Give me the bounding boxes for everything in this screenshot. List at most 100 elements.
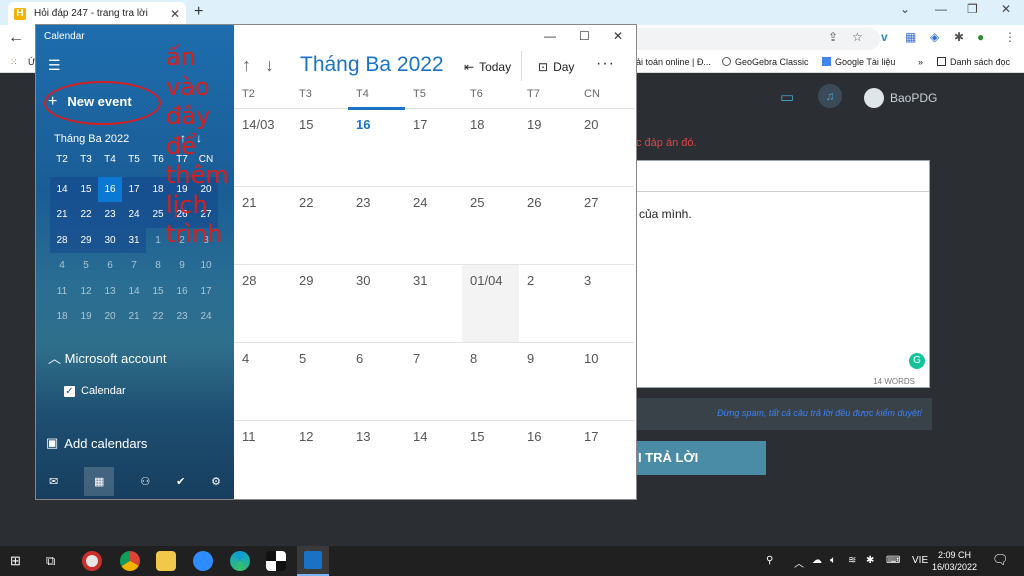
chess-app-icon[interactable] — [266, 551, 286, 571]
bluetooth-icon[interactable]: ✱ — [866, 555, 874, 566]
month-title[interactable]: Tháng Ba 2022 — [300, 53, 444, 77]
day-cell[interactable]: 4 — [234, 343, 291, 420]
mini-day-cell[interactable]: 29 — [74, 227, 98, 253]
day-cell[interactable]: 3 — [576, 265, 633, 342]
input-language[interactable]: VIE — [912, 555, 928, 566]
mini-day-cell[interactable]: 24 — [122, 202, 146, 228]
mini-day-cell[interactable]: 5 — [74, 253, 98, 279]
bookmark-geogebra[interactable]: GeoGebra Classic — [722, 57, 809, 67]
add-calendars-button[interactable]: ▣ Add calendars — [46, 435, 147, 451]
clock[interactable]: 2:09 CH 16/03/2022 — [932, 549, 977, 573]
day-cell[interactable]: 16 — [348, 107, 405, 186]
mini-day-cell[interactable]: 30 — [98, 227, 122, 253]
calendar-toggle[interactable]: ✓ Calendar — [64, 385, 126, 397]
star-icon[interactable]: ☆ — [852, 30, 863, 44]
day-cell[interactable]: 6 — [348, 343, 405, 420]
day-cell[interactable]: 8 — [462, 343, 519, 420]
bell-icon[interactable]: ♫ — [818, 84, 842, 108]
zoom-app-icon[interactable] — [193, 551, 213, 571]
windows-start-icon[interactable]: ⊞ — [10, 553, 21, 569]
people-icon[interactable]: ⚇ — [140, 475, 150, 488]
day-cell[interactable]: 20 — [576, 109, 633, 186]
day-cell[interactable]: 26 — [519, 187, 576, 264]
profile-avatar-icon[interactable]: ● — [977, 30, 984, 44]
day-cell[interactable]: 23 — [348, 187, 405, 264]
mini-day-cell[interactable]: 7 — [122, 253, 146, 279]
minimize-icon[interactable]: — — [935, 2, 947, 16]
restore-icon[interactable]: ❐ — [967, 2, 978, 16]
day-cell[interactable]: 18 — [462, 109, 519, 186]
mini-day-cell[interactable]: 11 — [50, 279, 74, 305]
menu-kebab-icon[interactable]: ⋮ — [1004, 30, 1016, 44]
reading-list[interactable]: Danh sách đọc — [937, 57, 1010, 67]
mini-day-cell[interactable]: 22 — [146, 304, 170, 330]
mini-day-cell[interactable]: 8 — [146, 253, 170, 279]
day-cell[interactable]: 17 — [405, 109, 462, 186]
puzzle-extensions-icon[interactable]: ✱ — [954, 30, 964, 44]
mini-day-cell[interactable]: 16 — [170, 279, 194, 305]
vimeo-extension-icon[interactable]: v — [881, 30, 888, 44]
day-cell[interactable]: 29 — [291, 265, 348, 342]
mini-day-cell[interactable]: 6 — [98, 253, 122, 279]
grammarly-icon[interactable]: G — [909, 353, 925, 369]
calendar-icon[interactable]: ▦ — [84, 466, 115, 496]
day-cell[interactable]: 01/04 — [462, 265, 519, 342]
more-options-icon[interactable]: ··· — [596, 55, 615, 73]
calendar-taskbar-button[interactable] — [297, 546, 329, 576]
chevron-up-icon[interactable]: ︿ — [794, 555, 804, 570]
hamburger-menu-icon[interactable]: ☰ — [48, 57, 61, 74]
user-menu[interactable]: BaoPDG — [864, 88, 937, 108]
day-cell[interactable]: 16 — [519, 421, 576, 498]
day-cell[interactable]: 7 — [405, 343, 462, 420]
keyboard-icon[interactable]: ⌨ — [886, 555, 900, 566]
wifi-icon[interactable]: ≋ — [848, 555, 856, 566]
minimize-icon[interactable]: — — [544, 29, 556, 43]
day-cell[interactable]: 13 — [348, 421, 405, 498]
day-cell[interactable]: 19 — [519, 109, 576, 186]
mini-day-cell[interactable]: 12 — [74, 279, 98, 305]
mini-day-cell[interactable]: 21 — [50, 202, 74, 228]
mini-day-cell[interactable]: 13 — [98, 279, 122, 305]
mini-day-cell[interactable]: 20 — [98, 304, 122, 330]
mini-day-cell[interactable]: 23 — [98, 202, 122, 228]
day-cell[interactable]: 31 — [405, 265, 462, 342]
mini-day-cell[interactable]: 22 — [74, 202, 98, 228]
arrow-up-icon[interactable]: ↑ — [242, 55, 265, 75]
bookmark-item[interactable]: Ứ — [28, 57, 36, 67]
day-cell[interactable]: 27 — [576, 187, 633, 264]
day-cell[interactable]: 21 — [234, 187, 291, 264]
bookmark-item[interactable]: ải toán online | Đ... — [636, 57, 711, 67]
mini-day-cell[interactable]: 17 — [194, 279, 218, 305]
back-icon[interactable]: ← — [8, 29, 24, 47]
day-cell[interactable]: 9 — [519, 343, 576, 420]
day-cell[interactable]: 15 — [462, 421, 519, 498]
close-window-icon[interactable]: ✕ — [1001, 2, 1011, 16]
share-icon[interactable]: ⇪ — [828, 30, 838, 44]
mini-day-cell[interactable]: 14 — [50, 176, 74, 202]
mini-day-cell[interactable]: 24 — [194, 304, 218, 330]
mini-day-cell[interactable]: 10 — [194, 253, 218, 279]
mini-day-cell[interactable]: 21 — [122, 304, 146, 330]
shield-extension-icon[interactable]: ◈ — [930, 30, 939, 44]
people-tray-icon[interactable]: ⚲ — [766, 555, 773, 566]
checkbox-checked-icon[interactable]: ✓ — [64, 385, 75, 397]
obs-app-icon[interactable] — [82, 551, 102, 571]
day-cell[interactable]: 10 — [576, 343, 633, 420]
close-tab-icon[interactable]: ✕ — [170, 7, 180, 21]
day-cell[interactable]: 22 — [291, 187, 348, 264]
mini-day-cell[interactable]: 17 — [122, 176, 146, 202]
day-cell[interactable]: 17 — [576, 421, 633, 498]
mail-icon[interactable]: ✉ — [49, 475, 58, 488]
chat-icon[interactable]: ▭ — [780, 88, 794, 106]
view-switch-button[interactable]: ⊡ Day — [538, 60, 574, 74]
maximize-icon[interactable]: ☐ — [579, 29, 590, 43]
task-view-icon[interactable]: ⧉ — [46, 553, 55, 569]
day-cell[interactable]: 11 — [234, 421, 291, 498]
close-icon[interactable]: ✕ — [613, 29, 623, 43]
submit-answer-button[interactable]: I TRẢ LỜI — [636, 441, 766, 475]
mini-day-cell[interactable]: 28 — [50, 227, 74, 253]
day-cell[interactable]: 25 — [462, 187, 519, 264]
mini-day-cell[interactable]: 15 — [74, 176, 98, 202]
day-cell[interactable]: 24 — [405, 187, 462, 264]
today-button[interactable]: ⇤ Today — [464, 60, 511, 74]
